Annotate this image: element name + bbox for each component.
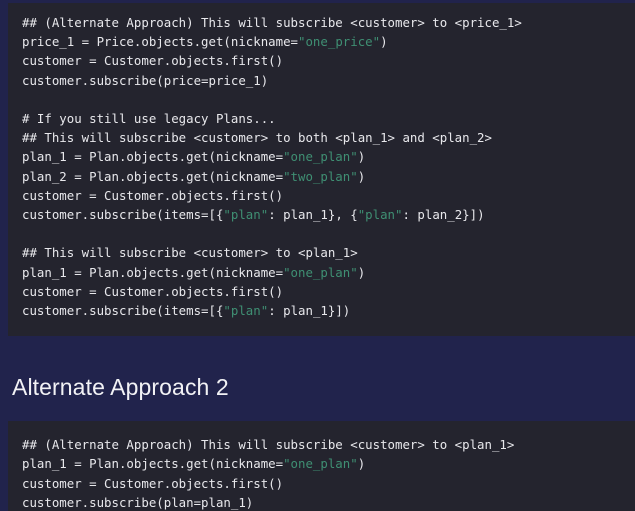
code-block-subscribe-price-and-plans[interactable]: ## (Alternate Approach) This will subscr… <box>8 3 635 337</box>
section-heading-container: Alternate Approach 2 <box>0 336 635 422</box>
code-content-2: ## (Alternate Approach) This will subscr… <box>22 437 515 510</box>
code-block-alternate-approach-2[interactable]: ## (Alternate Approach) This will subscr… <box>8 421 635 511</box>
documentation-page: ## (Alternate Approach) This will subscr… <box>0 0 635 511</box>
code-content-1: ## (Alternate Approach) This will subscr… <box>22 15 522 319</box>
page-title-alternate-approach-2: Alternate Approach 2 <box>12 374 229 401</box>
page-left-gutter <box>0 0 8 511</box>
